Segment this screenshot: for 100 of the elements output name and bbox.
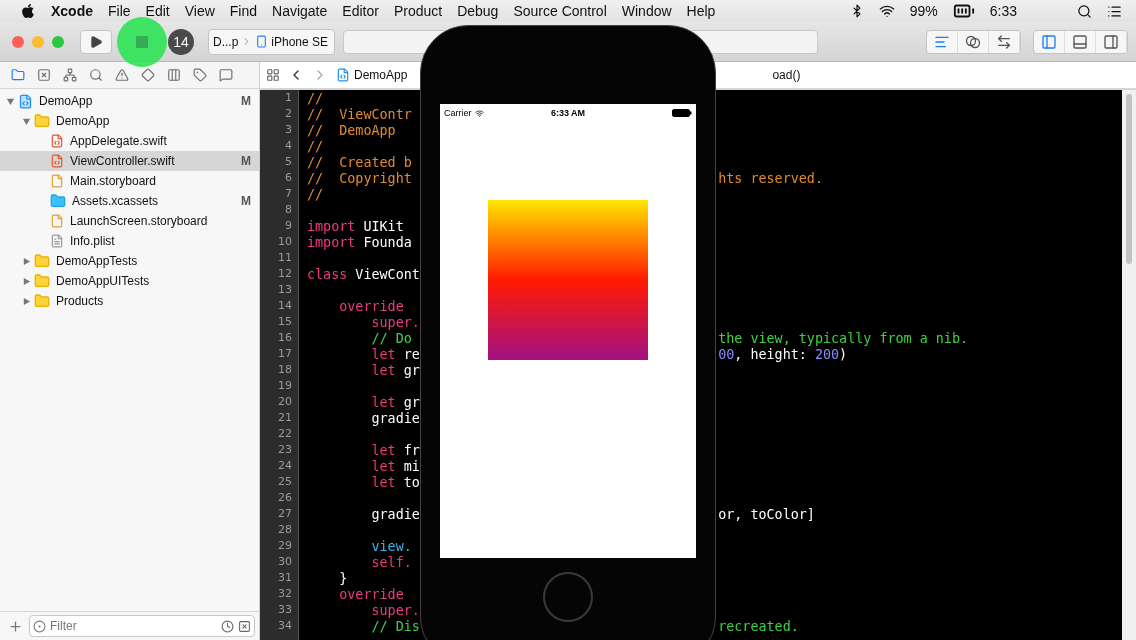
code-text: class ViewCont (307, 267, 420, 283)
menu-item[interactable]: View (184, 3, 215, 19)
line-number: 1 (284, 91, 293, 106)
carrier-label: Carrier (444, 108, 472, 118)
file-tree-item[interactable]: DemoAppTests (0, 251, 259, 271)
line-number: 19 (277, 379, 293, 394)
wifi-icon (474, 108, 484, 118)
source-control-icon (37, 68, 51, 82)
apple-logo-icon[interactable] (20, 3, 36, 19)
status-label: M (241, 154, 251, 168)
menu-item[interactable]: Find (229, 3, 258, 19)
storyboard-file-icon (50, 174, 64, 188)
add-icon[interactable] (8, 618, 23, 634)
line-number: 34 (277, 619, 293, 634)
file-tree-item[interactable]: Assets.xcassets M (0, 191, 259, 211)
folder-icon (34, 293, 50, 309)
line-number: 20 (277, 395, 293, 410)
file-tree-item[interactable]: Main.storyboard (0, 171, 259, 191)
file-tree-item[interactable]: AppDelegate.swift (0, 131, 259, 151)
scheme-selector[interactable]: D...p iPhone SE (208, 28, 336, 55)
filter-field[interactable]: Filter (29, 615, 255, 637)
code-text: // Copyright (307, 171, 413, 187)
square-x-icon[interactable] (238, 619, 251, 633)
code-text: // (307, 187, 324, 203)
menu-item[interactable]: Window (621, 3, 672, 19)
swift-file-icon (50, 134, 64, 148)
menu-item[interactable]: Help (686, 3, 716, 19)
related-items-icon[interactable] (266, 68, 280, 82)
filter-scope-icon[interactable] (33, 619, 46, 633)
code-text: or, toColor] (718, 507, 815, 523)
app-menu[interactable]: Xcode (51, 3, 93, 19)
line-number: 9 (284, 219, 293, 234)
code-text: let fr (370, 443, 420, 459)
clock[interactable]: 6:33 (989, 3, 1017, 19)
menu-item[interactable]: Debug (457, 3, 499, 19)
filter-input[interactable]: Filter (50, 619, 217, 633)
line-number: 30 (277, 555, 293, 570)
menu-item[interactable]: Navigate (272, 3, 328, 19)
disclosure-triangle-icon[interactable] (6, 96, 15, 106)
line-number: 31 (277, 571, 293, 586)
code-text: gradie (370, 411, 420, 427)
line-number: 10 (277, 235, 293, 250)
folder-icon (50, 193, 66, 209)
folder-icon (11, 68, 25, 82)
line-number: 5 (284, 155, 293, 170)
code-text: } (338, 571, 348, 587)
file-tree-item[interactable]: DemoApp (0, 111, 259, 131)
file-tree-item[interactable]: Products (0, 291, 259, 311)
jump-bar-item[interactable]: DemoApp (336, 68, 408, 82)
run-button[interactable] (80, 29, 112, 54)
debug-panel-icon (1072, 33, 1088, 50)
hierarchy-icon (63, 68, 77, 82)
jump-bar-item[interactable]: oad() (772, 68, 801, 82)
folder-icon (34, 253, 50, 269)
code-text: // Dis (370, 619, 421, 635)
disclosure-triangle-icon[interactable] (22, 116, 31, 126)
scrollbar[interactable] (1126, 94, 1132, 264)
line-number: 26 (277, 491, 293, 506)
message-icon (219, 68, 233, 82)
code-text: self. (370, 555, 412, 571)
line-number: 24 (277, 459, 293, 474)
disclosure-triangle-icon[interactable] (22, 296, 31, 306)
device-icon (255, 35, 269, 48)
play-icon (89, 34, 103, 49)
line-number: 15 (277, 315, 293, 330)
line-number: 17 (277, 347, 293, 362)
code-text: 00, height: 200) (718, 347, 848, 363)
code-text: gradie (370, 507, 421, 523)
menu-item[interactable]: Editor (342, 3, 379, 19)
search-icon[interactable] (1077, 3, 1092, 19)
project-file-icon (336, 68, 350, 82)
code-text: super. (370, 603, 420, 619)
battery-icon (672, 109, 692, 117)
line-number: 32 (277, 587, 293, 602)
clock-icon[interactable] (221, 619, 234, 633)
disclosure-triangle-icon[interactable] (22, 256, 31, 266)
menu-item[interactable]: File (108, 3, 131, 19)
utilities-panel-icon (1103, 33, 1119, 50)
list-icon[interactable] (1107, 3, 1122, 19)
code-text: let to (370, 475, 420, 491)
file-tree-item[interactable]: ViewController.swift M (0, 151, 259, 171)
file-tree-item[interactable]: Info.plist (0, 231, 259, 251)
disclosure-triangle-icon[interactable] (22, 276, 31, 286)
plist-file-icon (50, 234, 64, 248)
storyboard-file-icon (50, 214, 64, 228)
code-text: the view, typically from a nib. (718, 331, 969, 347)
menu-item[interactable]: Product (393, 3, 443, 19)
code-text: // Do (370, 331, 413, 347)
status-label: M (241, 194, 251, 208)
file-tree-item[interactable]: LaunchScreen.storyboard (0, 211, 259, 231)
file-tree-item[interactable]: DemoAppUITests (0, 271, 259, 291)
code-text: import UIKit (307, 219, 404, 235)
close-button[interactable] (12, 35, 24, 48)
menu-item[interactable]: Edit (145, 3, 170, 19)
columns-icon (167, 68, 181, 82)
swift-file-icon (50, 154, 64, 168)
file-tree-item[interactable]: DemoApp M (0, 91, 259, 111)
wifi-icon[interactable] (878, 3, 895, 19)
menu-item[interactable]: Source Control (513, 3, 607, 19)
code-text: // (307, 139, 324, 155)
